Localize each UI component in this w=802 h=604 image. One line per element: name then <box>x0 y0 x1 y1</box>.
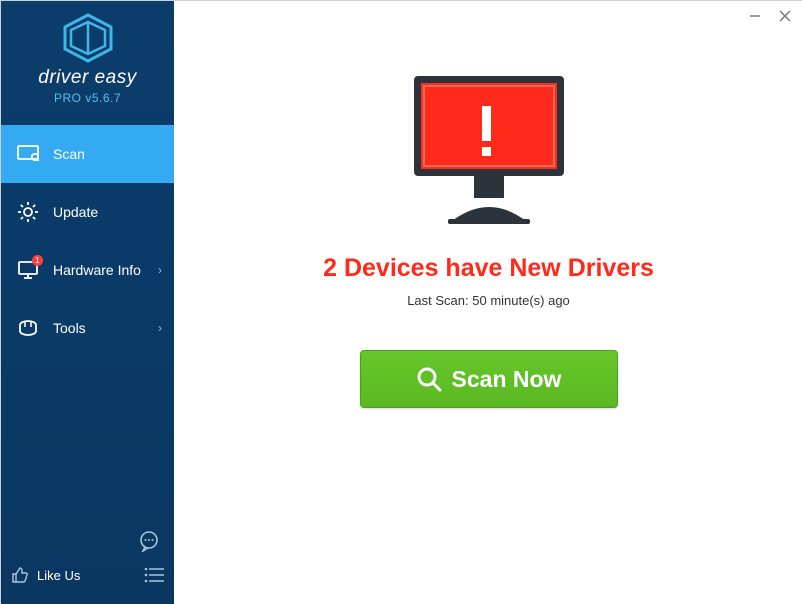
likeus-button[interactable]: Like Us <box>11 566 80 584</box>
chevron-right-icon: › <box>158 321 162 335</box>
minimize-button[interactable] <box>747 8 763 24</box>
alert-monitor-graphic <box>174 71 802 226</box>
gear-icon <box>17 201 39 223</box>
likeus-label: Like Us <box>37 568 80 583</box>
last-scan-text: Last Scan: 50 minute(s) ago <box>174 293 802 308</box>
close-icon <box>779 10 791 22</box>
sidebar-item-label: Tools <box>53 320 86 336</box>
sidebar-item-label: Hardware Info <box>53 262 141 278</box>
monitor-icon: 1 <box>17 259 39 281</box>
scan-icon <box>17 143 39 165</box>
chat-icon <box>138 530 160 552</box>
toolbox-icon <box>17 317 39 339</box>
chevron-right-icon: › <box>158 263 162 277</box>
close-button[interactable] <box>777 8 793 24</box>
sidebar-item-scan[interactable]: Scan <box>1 125 174 183</box>
minimize-icon <box>749 10 761 22</box>
badge-count: 1 <box>32 255 43 266</box>
sidebar-item-label: Update <box>53 204 98 220</box>
sidebar-item-hardware[interactable]: 1 Hardware Info › <box>1 241 174 299</box>
sidebar-item-label: Scan <box>53 146 85 162</box>
content: 2 Devices have New Drivers Last Scan: 50… <box>174 31 802 408</box>
product-name: driver easy <box>1 67 174 89</box>
logo-icon <box>61 13 115 63</box>
thumbs-up-icon <box>11 566 29 584</box>
main-area: 2 Devices have New Drivers Last Scan: 50… <box>174 1 802 604</box>
menu-button[interactable] <box>144 567 164 583</box>
search-icon <box>416 366 442 392</box>
menu-icon <box>144 567 164 583</box>
sidebar: driver easy PRO v5.6.7 Scan <box>1 1 174 604</box>
scan-button-label: Scan Now <box>452 366 562 393</box>
sidebar-item-tools[interactable]: Tools › <box>1 299 174 357</box>
logo-area: driver easy PRO v5.6.7 <box>1 1 174 115</box>
titlebar <box>174 1 802 31</box>
headline-text: 2 Devices have New Drivers <box>174 254 802 283</box>
sidebar-bottom: Like Us <box>1 512 174 604</box>
scan-now-button[interactable]: Scan Now <box>360 350 618 408</box>
nav: Scan Update <box>1 125 174 357</box>
sidebar-item-update[interactable]: Update <box>1 183 174 241</box>
feedback-button[interactable] <box>138 530 160 552</box>
version-label: PRO v5.6.7 <box>1 91 174 105</box>
